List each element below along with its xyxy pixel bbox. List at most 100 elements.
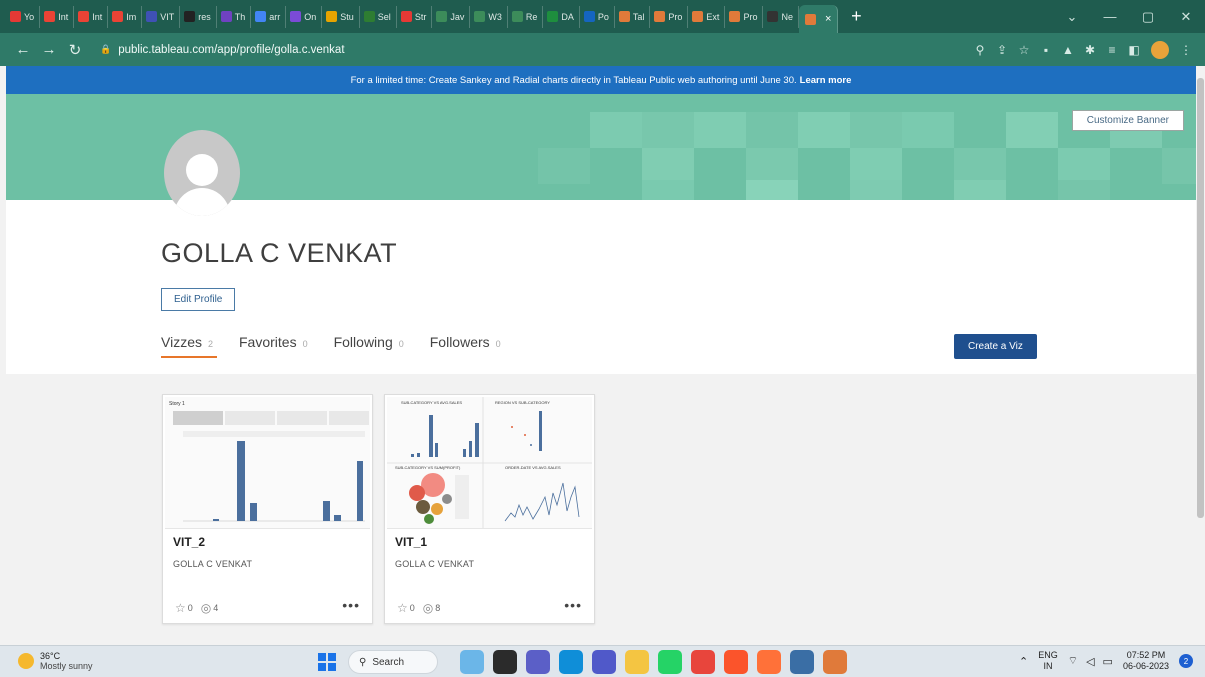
- back-icon[interactable]: ←: [12, 41, 34, 58]
- browser-tab[interactable]: Po: [580, 5, 615, 28]
- zoom-icon[interactable]: ⚲: [969, 43, 991, 57]
- tab-search-icon[interactable]: ⌄: [1053, 9, 1091, 25]
- browser-tab[interactable]: Jav: [432, 5, 471, 28]
- customize-banner-button[interactable]: Customize Banner: [1071, 110, 1184, 131]
- wifi-icon[interactable]: ⌔: [1068, 654, 1078, 668]
- browser-tab[interactable]: On: [286, 5, 323, 28]
- firefox-icon[interactable]: [757, 650, 781, 674]
- browser-tab[interactable]: Re: [508, 5, 544, 28]
- minimize-icon[interactable]: —: [1091, 9, 1129, 24]
- whatsapp-icon[interactable]: [658, 650, 682, 674]
- extensions-puzzle-icon[interactable]: ✱: [1079, 43, 1101, 57]
- browser-tab[interactable]: Sel: [360, 5, 397, 28]
- learn-more-link[interactable]: Learn more: [800, 75, 852, 86]
- tab-favicon-icon: [474, 11, 486, 22]
- extension-icon[interactable]: ▲: [1057, 43, 1079, 57]
- bookmark-star-icon[interactable]: ☆: [1013, 43, 1035, 57]
- favorites-count: 0: [409, 603, 415, 613]
- close-tab-icon[interactable]: ×: [825, 13, 831, 25]
- tab-label: Tal: [632, 11, 645, 22]
- browser-tab-strip: Yo Int Int Im VIT res Th arr On Stu Sel Str Jav W3 Re D…: [0, 0, 1205, 33]
- reload-icon[interactable]: ↻: [64, 41, 86, 59]
- scrollbar-thumb[interactable]: [1197, 78, 1204, 518]
- viz-author[interactable]: GOLLA C VENKAT: [173, 559, 252, 569]
- menu-icon[interactable]: ⋮: [1175, 43, 1197, 57]
- temperature: 36°C: [40, 651, 61, 661]
- edge-icon[interactable]: [559, 650, 583, 674]
- widgets-icon[interactable]: [460, 650, 484, 674]
- taskbar-search[interactable]: ⚲ Search: [348, 650, 438, 674]
- tab-followers[interactable]: Followers 0: [430, 334, 501, 358]
- browser-tab[interactable]: Str: [397, 5, 433, 28]
- task-view-icon[interactable]: [493, 650, 517, 674]
- browser-tab[interactable]: Ne: [763, 5, 799, 28]
- browser-tab[interactable]: Int: [40, 5, 75, 28]
- viz-thumbnail[interactable]: Story 1: [165, 397, 370, 529]
- tab-active[interactable]: ×: [798, 5, 839, 33]
- browser-tab[interactable]: Th: [217, 5, 252, 28]
- favorite-star-icon[interactable]: ☆: [397, 601, 408, 615]
- windows-start-icon[interactable]: [318, 653, 336, 671]
- create-viz-button[interactable]: Create a Viz: [954, 334, 1037, 359]
- browser-tab[interactable]: W3: [470, 5, 508, 28]
- tab-label: Ext: [706, 11, 720, 22]
- browser-tab[interactable]: DA: [543, 5, 580, 28]
- more-options-button[interactable]: •••: [564, 597, 582, 613]
- profile-avatar-icon[interactable]: [1151, 40, 1169, 59]
- banner-square: [1058, 180, 1110, 200]
- new-tab-button[interactable]: +: [846, 6, 866, 27]
- tab-label: Stu: [340, 11, 354, 22]
- chrome-icon[interactable]: [691, 650, 715, 674]
- browser-tab[interactable]: Im: [108, 5, 143, 28]
- tab-label: Following: [333, 334, 393, 350]
- search-icon: ⚲: [359, 656, 367, 668]
- battery-icon[interactable]: ▭: [1103, 655, 1113, 668]
- volume-icon[interactable]: ◁: [1086, 655, 1094, 668]
- tableau-icon[interactable]: [823, 650, 847, 674]
- browser-tab[interactable]: arr: [251, 5, 287, 28]
- tab-following[interactable]: Following 0: [334, 334, 404, 358]
- file-explorer-icon[interactable]: [625, 650, 649, 674]
- browser-tab[interactable]: VIT: [142, 5, 181, 28]
- chevron-up-icon[interactable]: ⌃: [1019, 655, 1028, 668]
- browser-tab[interactable]: Pro: [725, 5, 764, 28]
- tab-label: DA: [561, 11, 574, 22]
- tab-vizzes[interactable]: Vizzes 2: [161, 334, 217, 358]
- brave-icon[interactable]: [724, 650, 748, 674]
- page-scrollbar[interactable]: [1196, 66, 1205, 645]
- side-panel-icon[interactable]: ◧: [1123, 43, 1145, 57]
- browser-tab[interactable]: Tal: [615, 5, 651, 28]
- viz-title[interactable]: VIT_1: [395, 535, 427, 549]
- browser-tab[interactable]: res: [180, 5, 217, 28]
- viz-card[interactable]: SUB-CATEGORY VS AVG.SALES REGION VS SUB-…: [384, 394, 595, 624]
- browser-tab[interactable]: Stu: [322, 5, 360, 28]
- tab-favorites[interactable]: Favorites 0: [239, 334, 308, 358]
- teams-chat-icon[interactable]: [526, 650, 550, 674]
- more-options-button[interactable]: •••: [342, 597, 360, 613]
- tab-favicon-icon: [10, 11, 21, 22]
- browser-tab[interactable]: Pro: [650, 5, 689, 28]
- viz-thumbnail[interactable]: SUB-CATEGORY VS AVG.SALES REGION VS SUB-…: [387, 397, 592, 529]
- notification-badge[interactable]: 2: [1179, 654, 1193, 668]
- app-icon[interactable]: [790, 650, 814, 674]
- reading-list-icon[interactable]: ≡: [1101, 43, 1123, 57]
- weather-widget[interactable]: 36°C Mostly sunny: [18, 651, 93, 671]
- url-field[interactable]: 🔒 public.tableau.com/app/profile/golla.c…: [100, 44, 345, 56]
- tab-list: Yo Int Int Im VIT res Th arr On Stu Sel Str Jav W3 Re D…: [6, 0, 799, 33]
- close-window-icon[interactable]: ✕: [1167, 9, 1205, 25]
- clock[interactable]: 07:52 PM 06-06-2023: [1123, 650, 1169, 672]
- browser-tab[interactable]: Ext: [688, 5, 726, 28]
- forward-icon[interactable]: →: [38, 41, 60, 58]
- language-indicator[interactable]: ENG IN: [1038, 650, 1058, 672]
- share-icon[interactable]: ⇪: [991, 43, 1013, 57]
- extension-icon[interactable]: ▪: [1035, 43, 1057, 57]
- favorite-star-icon[interactable]: ☆: [175, 601, 186, 615]
- edit-profile-button[interactable]: Edit Profile: [161, 288, 236, 311]
- viz-card[interactable]: Story 1 VIT_2 GOLLA C VENKAT ☆ 0 ◎ 4 •••: [162, 394, 373, 624]
- viz-author[interactable]: GOLLA C VENKAT: [395, 559, 474, 569]
- teams-icon[interactable]: [592, 650, 616, 674]
- browser-tab[interactable]: Int: [74, 5, 109, 28]
- viz-title[interactable]: VIT_2: [173, 535, 205, 549]
- browser-tab[interactable]: Yo: [6, 5, 41, 28]
- maximize-icon[interactable]: ▢: [1129, 9, 1167, 25]
